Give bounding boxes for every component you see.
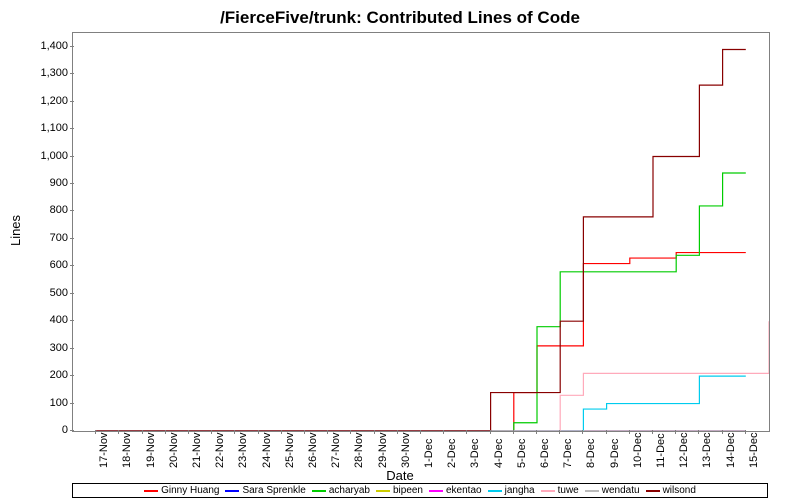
legend: Ginny Huang Sara Sprenkle acharyab bipeen ek… <box>72 483 768 498</box>
plot-area <box>72 32 770 432</box>
legend-item: bipeen <box>376 485 423 496</box>
legend-item: jangha <box>488 485 535 496</box>
chart-title: /FierceFive/trunk: Contributed Lines of … <box>0 8 800 28</box>
y-tick: 800 <box>8 204 68 216</box>
legend-label: jangha <box>505 485 535 496</box>
legend-label: acharyab <box>329 485 370 496</box>
x-tick: 3-Dec <box>469 439 481 468</box>
x-tick: 25-Nov <box>284 433 296 468</box>
x-tick: 10-Dec <box>632 433 644 468</box>
x-tick: 6-Dec <box>539 439 551 468</box>
y-tick: 600 <box>8 259 68 271</box>
legend-label: Sara Sprenkle <box>242 485 305 496</box>
legend-swatch <box>541 490 555 492</box>
x-tick: 5-Dec <box>516 439 528 468</box>
y-tick: 0 <box>8 424 68 436</box>
legend-label: tuwe <box>558 485 579 496</box>
legend-item: acharyab <box>312 485 370 496</box>
x-tick: 28-Nov <box>353 433 365 468</box>
x-tick: 13-Dec <box>701 433 713 468</box>
y-tick: 100 <box>8 397 68 409</box>
legend-swatch <box>144 490 158 492</box>
x-axis-label: Date <box>0 468 800 483</box>
legend-swatch <box>429 490 443 492</box>
y-tick: 200 <box>8 369 68 381</box>
chart-lines <box>73 33 769 431</box>
y-tick: 1,300 <box>8 67 68 79</box>
x-tick: 24-Nov <box>261 433 273 468</box>
y-tick: 900 <box>8 177 68 189</box>
x-tick: 2-Dec <box>446 439 458 468</box>
legend-label: wilsond <box>663 485 696 496</box>
x-tick: 17-Nov <box>98 433 110 468</box>
legend-item: Ginny Huang <box>144 485 219 496</box>
y-tick: 500 <box>8 287 68 299</box>
x-tick: 22-Nov <box>214 433 226 468</box>
x-tick: 21-Nov <box>191 433 203 468</box>
legend-swatch <box>376 490 390 492</box>
legend-item: Sara Sprenkle <box>225 485 305 496</box>
series-tuwe <box>96 321 769 431</box>
series-ginny-huang <box>96 253 746 431</box>
x-tick: 27-Nov <box>330 433 342 468</box>
x-tick: 9-Dec <box>609 439 621 468</box>
x-tick: 12-Dec <box>678 433 690 468</box>
x-tick: 23-Nov <box>237 433 249 468</box>
series-jangha <box>96 376 746 431</box>
y-tick: 400 <box>8 314 68 326</box>
x-tick: 11-Dec <box>655 433 667 468</box>
x-tick: 18-Nov <box>121 433 133 468</box>
legend-swatch <box>312 490 326 492</box>
legend-item: ekentao <box>429 485 482 496</box>
legend-label: ekentao <box>446 485 482 496</box>
x-tick: 14-Dec <box>725 433 737 468</box>
legend-label: wendatu <box>602 485 640 496</box>
series-acharyab <box>96 173 746 431</box>
y-tick: 1,200 <box>8 95 68 107</box>
legend-swatch <box>646 490 660 492</box>
x-tick: 29-Nov <box>377 433 389 468</box>
legend-item: wendatu <box>585 485 640 496</box>
legend-label: Ginny Huang <box>161 485 219 496</box>
y-tick: 1,400 <box>8 40 68 52</box>
legend-item: tuwe <box>541 485 579 496</box>
y-tick: 1,100 <box>8 122 68 134</box>
legend-swatch <box>488 490 502 492</box>
x-tick: 30-Nov <box>400 433 412 468</box>
x-tick: 4-Dec <box>493 439 505 468</box>
x-tick: 20-Nov <box>168 433 180 468</box>
x-tick: 7-Dec <box>562 439 574 468</box>
y-tick: 300 <box>8 342 68 354</box>
x-tick: 1-Dec <box>423 439 435 468</box>
x-tick: 19-Nov <box>145 433 157 468</box>
y-tick: 700 <box>8 232 68 244</box>
legend-item: wilsond <box>646 485 696 496</box>
legend-label: bipeen <box>393 485 423 496</box>
x-tick: 26-Nov <box>307 433 319 468</box>
x-tick: 8-Dec <box>585 439 597 468</box>
legend-swatch <box>225 490 239 492</box>
y-tick: 1,000 <box>8 150 68 162</box>
x-tick: 15-Dec <box>748 433 760 468</box>
legend-swatch <box>585 490 599 492</box>
